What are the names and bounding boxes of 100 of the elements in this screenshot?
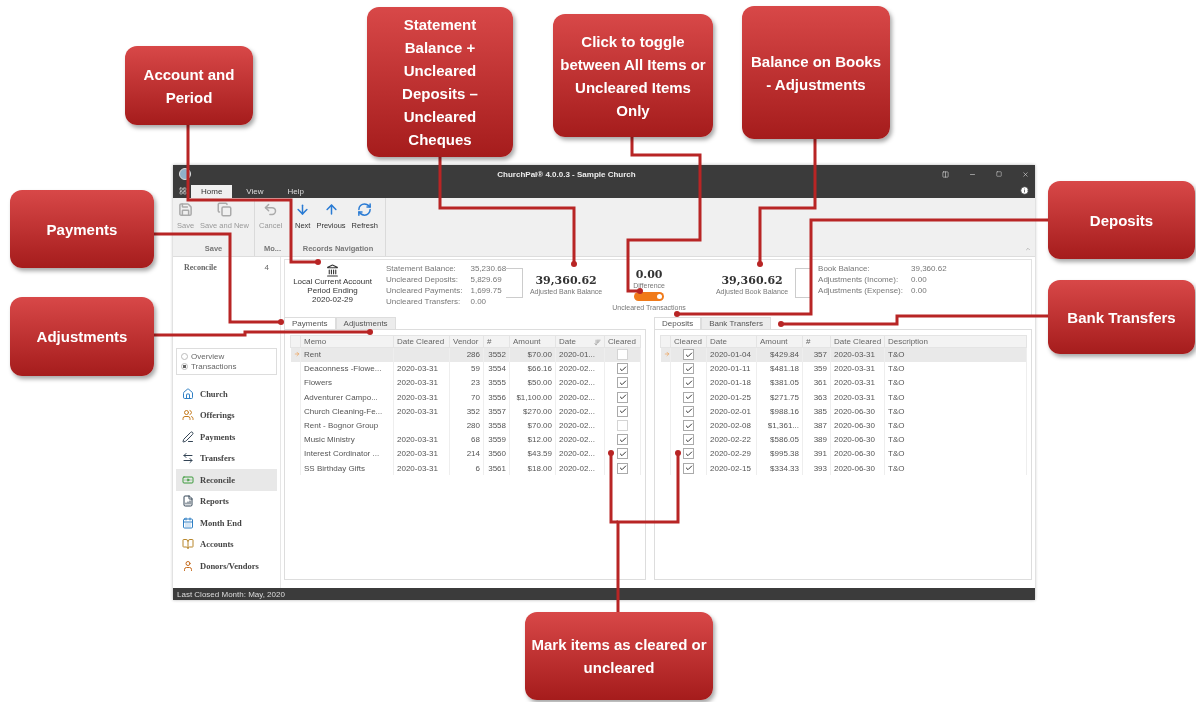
period-date: 2020-02-29 <box>312 295 353 304</box>
checkbox[interactable] <box>617 434 628 446</box>
checkbox[interactable] <box>617 377 628 389</box>
callout: Bank Transfers <box>1048 280 1195 354</box>
column-header[interactable]: # <box>483 335 510 348</box>
menu-icon[interactable] <box>179 187 187 195</box>
table-cell: 2020-02-22 <box>706 432 757 447</box>
checkbox[interactable] <box>617 448 628 460</box>
table-cell: $586.05 <box>756 432 803 447</box>
table-cell: 2020-01-25 <box>706 390 757 405</box>
checkbox[interactable] <box>617 349 628 361</box>
window-title: ChurchPal® 4.0.0.3 - Sample Church <box>496 169 637 179</box>
pen-icon <box>182 430 194 443</box>
balance-label: Uncleared Transfers: <box>386 297 462 307</box>
column-header[interactable]: Date <box>555 335 605 348</box>
close-icon[interactable] <box>1022 170 1029 178</box>
info-icon[interactable] <box>1020 186 1029 195</box>
checkbox[interactable] <box>683 405 694 417</box>
radio-dot-icon[interactable] <box>181 353 188 360</box>
table-cell: 2020-03-31 <box>393 404 450 419</box>
checkbox[interactable] <box>617 391 628 403</box>
table-cell: 2020-01-04 <box>706 347 757 362</box>
table-cell: Church Cleaning-Fe... <box>300 404 394 419</box>
table-cell: 2020-02-01 <box>706 404 757 419</box>
checkbox[interactable] <box>683 434 694 446</box>
column-header[interactable]: # <box>802 335 831 348</box>
checkbox[interactable] <box>683 448 694 460</box>
checkbox[interactable] <box>683 420 694 432</box>
column-header[interactable]: Amount <box>509 335 556 348</box>
panel-tab[interactable]: Bank Transfers <box>701 317 771 329</box>
adjusted-book-balance: 39,360.62 <box>721 274 783 287</box>
table-cell: $50.00 <box>509 375 556 391</box>
view-radio[interactable]: Overview <box>181 352 272 361</box>
table-cell: 3559 <box>483 432 510 447</box>
toggle-switch[interactable] <box>634 292 665 301</box>
checkbox[interactable] <box>617 405 628 417</box>
checkbox[interactable] <box>683 349 694 361</box>
column-header[interactable]: Date Cleared <box>830 335 885 348</box>
column-header[interactable]: Cleared <box>604 335 641 348</box>
table-cell: Interest Cordinator ... <box>300 446 394 461</box>
table-cell: 2020-03-31 <box>393 461 450 476</box>
column-header[interactable]: Cleared <box>670 335 707 348</box>
panel-tab[interactable]: Adjustments <box>335 317 396 329</box>
nav-item[interactable]: Payments <box>176 426 277 448</box>
nav-item[interactable]: Month End <box>176 512 277 534</box>
nav-item[interactable]: Transfers <box>176 447 277 469</box>
table-cell: Music Ministry <box>300 432 394 447</box>
column-header[interactable]: Vendor <box>449 335 484 348</box>
table-cell: T&O <box>884 461 1027 476</box>
balance-label: Uncleared Deposits: <box>386 275 460 285</box>
table-cell: 361 <box>802 375 831 391</box>
checkbox[interactable] <box>617 363 628 375</box>
nav-item[interactable]: Accounts <box>176 533 277 555</box>
checkbox[interactable] <box>617 420 628 432</box>
radio-dot-icon[interactable] <box>181 363 188 370</box>
table-cell: 70 <box>449 390 484 405</box>
current-row-icon <box>293 351 300 358</box>
money-icon <box>182 473 194 486</box>
radio-label: Transactions <box>191 362 237 371</box>
column-header[interactable]: Date Cleared <box>393 335 450 348</box>
panel-tab[interactable]: Deposits <box>654 317 702 329</box>
balance-value: 5,829.69 <box>470 275 503 285</box>
arrow-down-icon <box>295 202 311 217</box>
book-label: Adjustments (Expense): <box>818 286 903 296</box>
view-radio[interactable]: Transactions <box>181 362 272 371</box>
column-header[interactable]: Memo <box>300 335 394 348</box>
menu-tab[interactable]: Home <box>191 185 233 198</box>
checkbox[interactable] <box>683 363 694 375</box>
status-bar: Last Closed Month: May, 2020 <box>173 588 1035 600</box>
transfer-icon <box>182 452 194 465</box>
table-cell: $995.38 <box>756 446 803 461</box>
menu-tab[interactable]: View <box>236 185 274 198</box>
checkbox[interactable] <box>617 462 628 474</box>
nav-item[interactable]: Offerings <box>176 404 277 426</box>
nav-item[interactable]: Church <box>176 383 277 405</box>
nav-item[interactable]: Donors/Vendors <box>176 555 277 577</box>
layout-icon[interactable] <box>942 170 949 178</box>
maximize-icon[interactable] <box>996 171 1002 177</box>
checkbox[interactable] <box>683 391 694 403</box>
table-cell: 214 <box>449 446 484 461</box>
table-cell: T&O <box>884 361 1027 376</box>
column-header[interactable]: Description <box>884 335 1027 348</box>
table-cell: T&O <box>884 404 1027 419</box>
table-cell: 280 <box>449 418 484 433</box>
checkbox[interactable] <box>683 377 694 389</box>
save-icon <box>178 202 194 217</box>
column-header[interactable]: Amount <box>756 335 803 348</box>
nav-item[interactable]: Reconcile <box>176 469 277 491</box>
account-name: Local Current Account <box>293 277 372 286</box>
checkbox[interactable] <box>683 462 694 474</box>
difference-value: 0.00 <box>635 268 663 281</box>
table-cell: 2020-03-31 <box>393 446 450 461</box>
menu-tab[interactable]: Help <box>277 185 314 198</box>
table-cell: 2020-06-30 <box>830 432 885 447</box>
table-cell: 2020-06-30 <box>830 418 885 433</box>
nav-item[interactable]: Reports <box>176 490 277 512</box>
panel-tab[interactable]: Payments <box>284 317 336 329</box>
column-header[interactable]: Date <box>706 335 757 348</box>
table-cell: 3558 <box>483 418 510 433</box>
bracket-line <box>795 268 813 298</box>
